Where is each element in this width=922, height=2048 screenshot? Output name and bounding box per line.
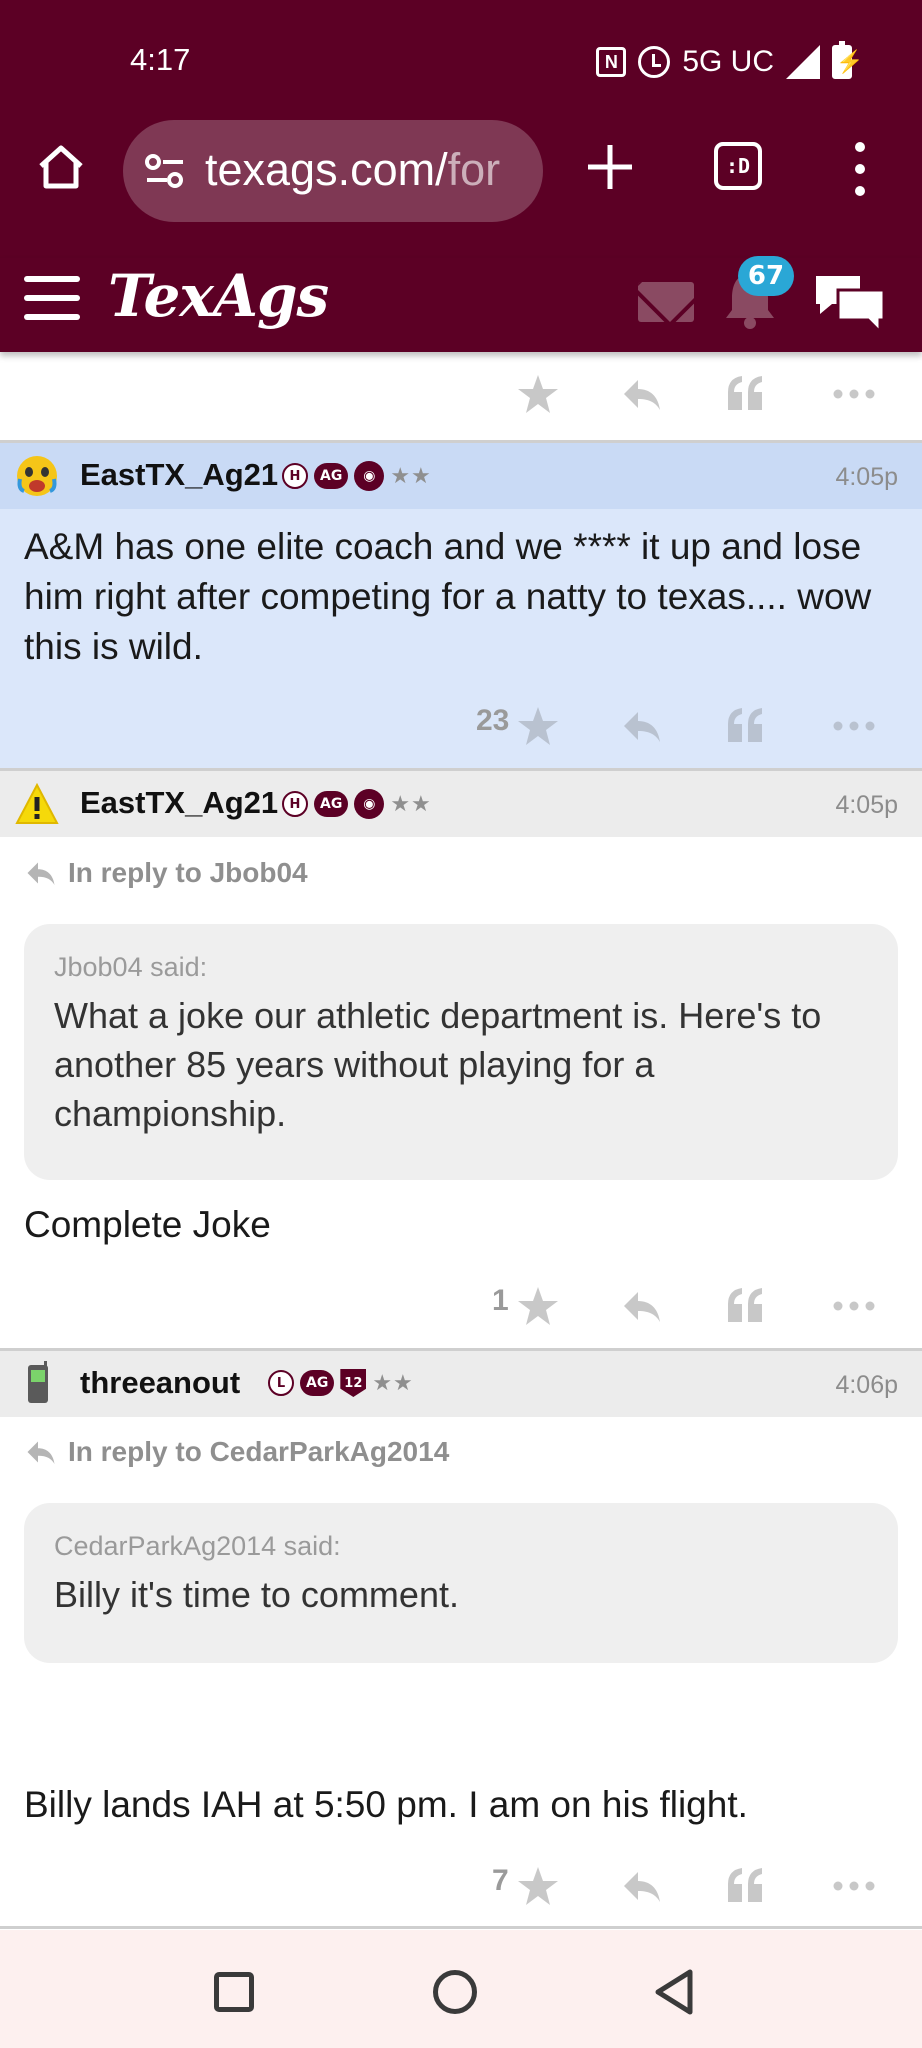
status-time: 4:17 bbox=[130, 42, 191, 77]
recents-button[interactable] bbox=[214, 1972, 254, 2012]
post-actions: 23 bbox=[0, 690, 922, 760]
user-badges: H AG ◉ ★★ bbox=[282, 461, 432, 491]
badge-ag: AG bbox=[300, 1370, 335, 1396]
post-time: 4:05p bbox=[835, 791, 898, 819]
crying-emoji-avatar[interactable] bbox=[14, 453, 60, 499]
post-actions bbox=[0, 358, 922, 428]
url-bar[interactable]: texags.com/for bbox=[123, 120, 543, 222]
more-options-icon[interactable] bbox=[832, 1864, 876, 1908]
badge-l: L bbox=[268, 1370, 294, 1396]
status-icons: N 5G UC ⚡ bbox=[596, 41, 863, 82]
reply-to-link[interactable]: In reply to Jbob04 bbox=[24, 857, 308, 889]
post-time: 4:06p bbox=[835, 1371, 898, 1399]
quote-box: Jbob04 said: What a joke our athletic de… bbox=[24, 924, 898, 1180]
user-badges: H AG ◉ ★★ bbox=[282, 789, 432, 819]
star-count: 1 bbox=[492, 1284, 509, 1317]
post-actions: 7 bbox=[0, 1850, 922, 1920]
post-header: threeanout L AG 12 ★★ 4:06p bbox=[0, 1351, 922, 1417]
status-bar: 4:17 N 5G UC ⚡ bbox=[0, 0, 922, 120]
browser-chrome: 4:17 N 5G UC ⚡ texags.com/for :D bbox=[0, 0, 922, 258]
user-badges: L AG 12 ★★ bbox=[268, 1369, 414, 1397]
quote-box: CedarParkAg2014 said: Billy it's time to… bbox=[24, 1503, 898, 1663]
badge-ag: AG bbox=[314, 463, 349, 489]
reply-icon[interactable] bbox=[620, 1864, 664, 1908]
star-icon[interactable] bbox=[516, 372, 560, 416]
reply-arrow-icon bbox=[27, 862, 55, 885]
url-text: texags.com/for bbox=[205, 144, 501, 195]
post-header: EastTX_Ag21 H AG ◉ ★★ 4:05p bbox=[0, 771, 922, 837]
back-button[interactable] bbox=[652, 1968, 696, 2016]
quote-icon[interactable] bbox=[724, 704, 768, 748]
site-settings-icon[interactable] bbox=[145, 153, 185, 189]
more-options-icon[interactable] bbox=[832, 1284, 876, 1328]
quote-author: Jbob04 said: bbox=[54, 952, 208, 982]
badge-12th-man: 12 bbox=[340, 1369, 367, 1397]
reply-arrow-icon bbox=[27, 1441, 55, 1464]
site-header: TexAgs 67 bbox=[0, 256, 922, 352]
post-body: A&M has one elite coach and we **** it u… bbox=[24, 526, 872, 667]
quote-text: What a joke our athletic department is. … bbox=[54, 995, 822, 1134]
nfc-icon: N bbox=[596, 47, 627, 77]
phone-icon[interactable] bbox=[14, 1361, 60, 1407]
quote-text: Billy it's time to comment. bbox=[54, 1574, 459, 1615]
post-body: Complete Joke bbox=[24, 1204, 271, 1245]
tab-switcher-button[interactable]: :D bbox=[714, 142, 762, 190]
quote-icon[interactable] bbox=[724, 372, 768, 416]
star-count: 23 bbox=[476, 704, 510, 737]
star-count: 7 bbox=[492, 1864, 509, 1897]
quote-author: CedarParkAg2014 said: bbox=[54, 1531, 341, 1561]
quote-icon[interactable] bbox=[724, 1864, 768, 1908]
reply-icon[interactable] bbox=[620, 372, 664, 416]
team-logo-badge: ◉ bbox=[354, 461, 385, 491]
more-options-icon[interactable] bbox=[832, 704, 876, 748]
browser-toolbar: texags.com/for :D bbox=[0, 120, 922, 230]
star-icon[interactable] bbox=[516, 704, 560, 748]
network-label: 5G UC bbox=[682, 45, 774, 78]
username[interactable]: threeanout bbox=[80, 1365, 240, 1401]
reply-icon[interactable] bbox=[620, 704, 664, 748]
rank-stars: ★★ bbox=[372, 1370, 414, 1396]
star-icon[interactable] bbox=[516, 1864, 560, 1908]
home-icon[interactable] bbox=[36, 142, 86, 192]
username[interactable]: EastTX_Ag21 bbox=[80, 785, 278, 821]
battery-icon: ⚡ bbox=[832, 41, 863, 79]
more-options-icon[interactable] bbox=[832, 372, 876, 416]
home-button[interactable] bbox=[433, 1970, 477, 2014]
post-divider bbox=[0, 1926, 922, 1929]
badge-h: H bbox=[282, 791, 308, 817]
post-time: 4:05p bbox=[835, 463, 898, 491]
rank-stars: ★★ bbox=[390, 463, 432, 489]
reply-to-link[interactable]: In reply to CedarParkAg2014 bbox=[24, 1436, 449, 1468]
notification-badge[interactable]: 67 bbox=[738, 256, 794, 296]
new-tab-icon[interactable] bbox=[583, 140, 637, 194]
browser-menu-icon[interactable] bbox=[848, 142, 872, 196]
chat-icon[interactable] bbox=[812, 270, 888, 336]
badge-h: H bbox=[282, 463, 308, 489]
post-body: Billy lands IAH at 5:50 pm. I am on his … bbox=[24, 1784, 748, 1825]
mail-icon[interactable] bbox=[638, 282, 694, 322]
hamburger-menu-icon[interactable] bbox=[24, 276, 80, 320]
team-logo-badge: ◉ bbox=[354, 789, 385, 819]
reply-icon[interactable] bbox=[620, 1284, 664, 1328]
star-icon[interactable] bbox=[516, 1284, 560, 1328]
badge-ag: AG bbox=[314, 791, 349, 817]
post-actions: 1 bbox=[0, 1270, 922, 1340]
quote-icon[interactable] bbox=[724, 1284, 768, 1328]
reply-to-text: In reply to CedarParkAg2014 bbox=[68, 1436, 450, 1467]
reply-to-text: In reply to Jbob04 bbox=[68, 857, 308, 888]
rank-stars: ★★ bbox=[390, 791, 432, 817]
system-nav-bar bbox=[0, 1930, 922, 2048]
site-logo[interactable]: TexAgs bbox=[108, 262, 329, 330]
signal-icon bbox=[786, 45, 820, 79]
alarm-icon bbox=[638, 46, 671, 78]
post-header: EastTX_Ag21 H AG ◉ ★★ 4:05p bbox=[0, 443, 922, 509]
warning-icon[interactable] bbox=[14, 781, 60, 827]
username[interactable]: EastTX_Ag21 bbox=[80, 457, 278, 493]
